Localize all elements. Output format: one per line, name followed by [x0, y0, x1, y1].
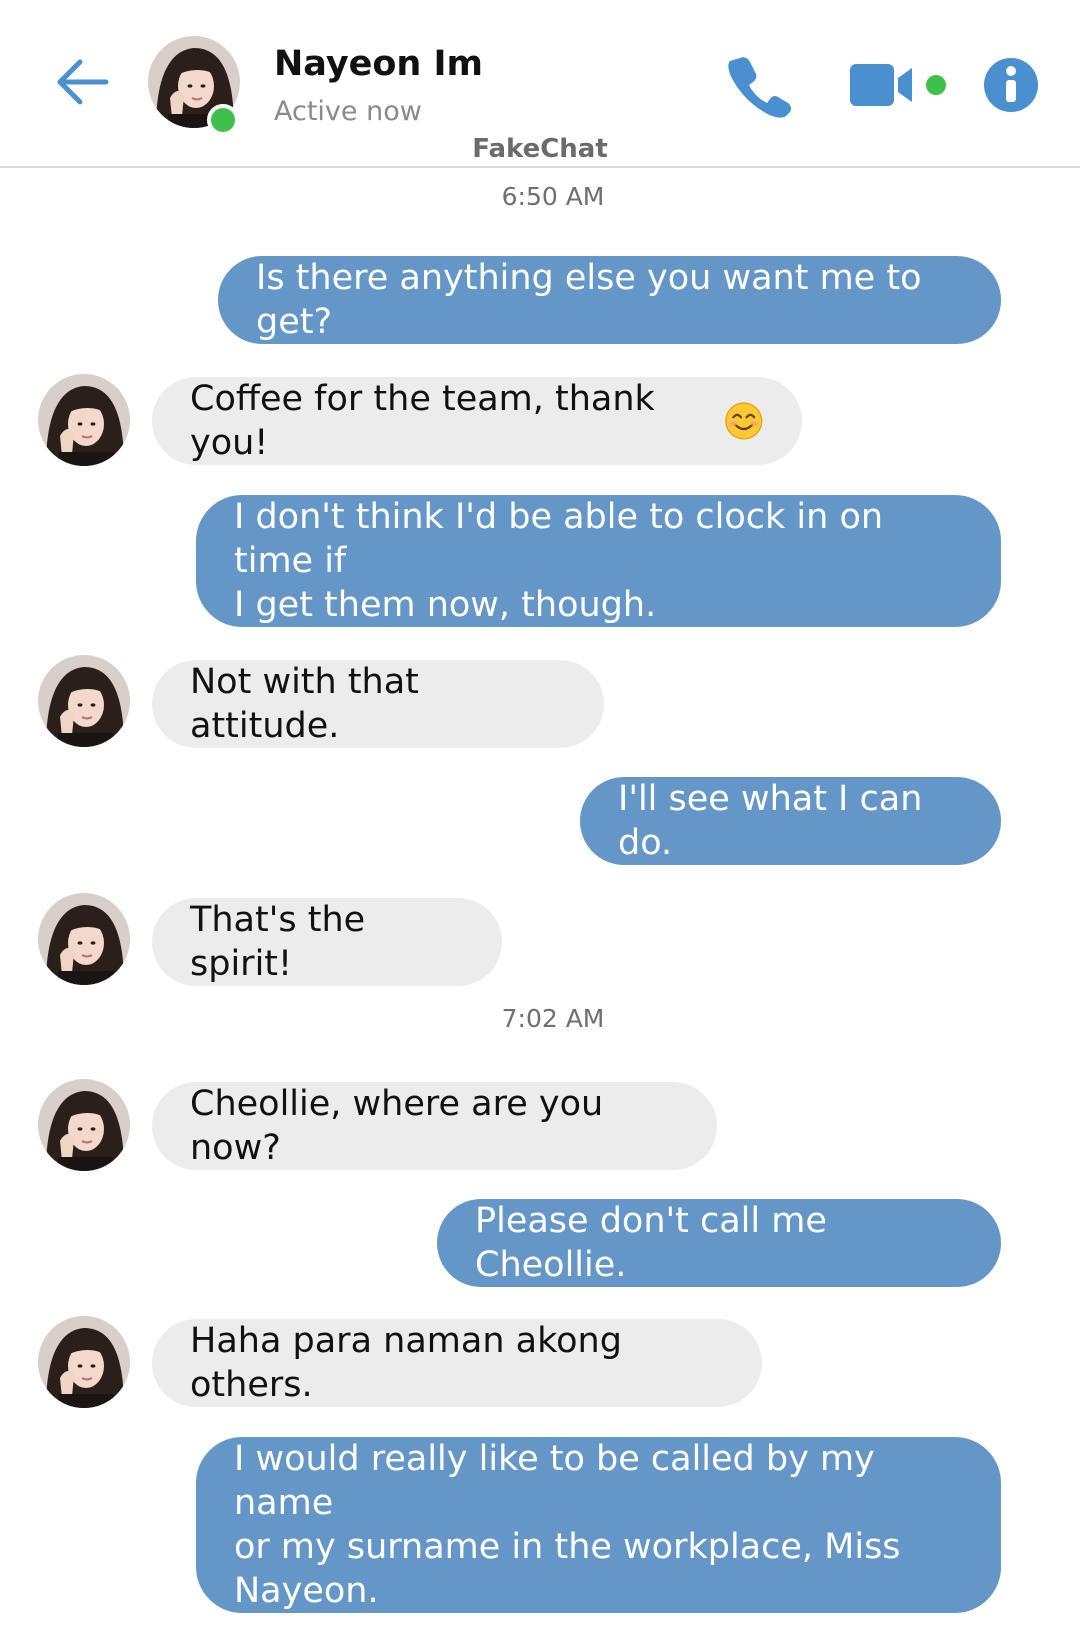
contact-avatar[interactable] [38, 1079, 130, 1171]
chat-header: Nayeon Im Active now FakeChat [0, 0, 1080, 168]
contact-avatar[interactable] [38, 655, 130, 747]
smiling-face-emoji [725, 402, 763, 440]
message-bubble-incoming[interactable]: Haha para naman akong others. [152, 1319, 762, 1407]
message-bubble-outgoing[interactable]: I'll see what I can do. [580, 777, 1001, 865]
message-text: Not with that attitude. [190, 662, 419, 746]
message-bubble-incoming[interactable]: Not with that attitude. [152, 660, 604, 748]
message-bubble-outgoing[interactable]: Please don't call me Cheollie. [437, 1199, 1001, 1287]
message-text-line: Nayeon. [234, 1571, 379, 1611]
contact-avatar[interactable] [38, 374, 130, 466]
contact-name[interactable]: Nayeon Im [274, 44, 483, 84]
phone-icon[interactable] [726, 52, 792, 118]
message-text-line: I don't think I'd be able to clock in on… [234, 497, 884, 581]
message-bubble-outgoing[interactable]: I would really like to be called by my n… [196, 1437, 1001, 1613]
app-title: FakeChat [472, 134, 608, 164]
message-bubble-incoming[interactable]: That's the spirit! [152, 898, 502, 986]
video-call-icon[interactable] [848, 60, 958, 110]
message-bubble-incoming[interactable]: Coffee for the team, thank you! [152, 377, 802, 465]
online-indicator [207, 104, 239, 136]
timestamp: 7:02 AM [501, 1004, 605, 1033]
message-bubble-outgoing[interactable]: Is there anything else you want me to ge… [218, 256, 1001, 344]
timestamp: 6:50 AM [501, 182, 605, 211]
message-text: Please don't call me Cheollie. [475, 1201, 827, 1285]
back-arrow-icon[interactable] [52, 52, 112, 112]
contact-status: Active now [274, 96, 422, 127]
contact-avatar[interactable] [38, 1316, 130, 1408]
info-icon[interactable] [982, 56, 1040, 114]
message-text-line: I would really like to be called by my n… [234, 1439, 875, 1523]
message-text-line: I get them now, though. [234, 585, 657, 625]
message-text: I'll see what I can do. [618, 779, 923, 863]
message-bubble-outgoing[interactable]: I don't think I'd be able to clock in on… [196, 495, 1001, 627]
message-text-line: or my surname in the workplace, Miss [234, 1527, 901, 1567]
message-text: Haha para naman akong others. [190, 1321, 622, 1405]
message-bubble-incoming[interactable]: Cheollie, where are you now? [152, 1082, 717, 1170]
message-text: That's the spirit! [190, 900, 366, 984]
contact-avatar[interactable] [38, 893, 130, 985]
message-text: Cheollie, where are you now? [190, 1084, 604, 1168]
message-text: Is there anything else you want me to ge… [256, 258, 922, 342]
message-text: Coffee for the team, thank you! [190, 379, 655, 463]
